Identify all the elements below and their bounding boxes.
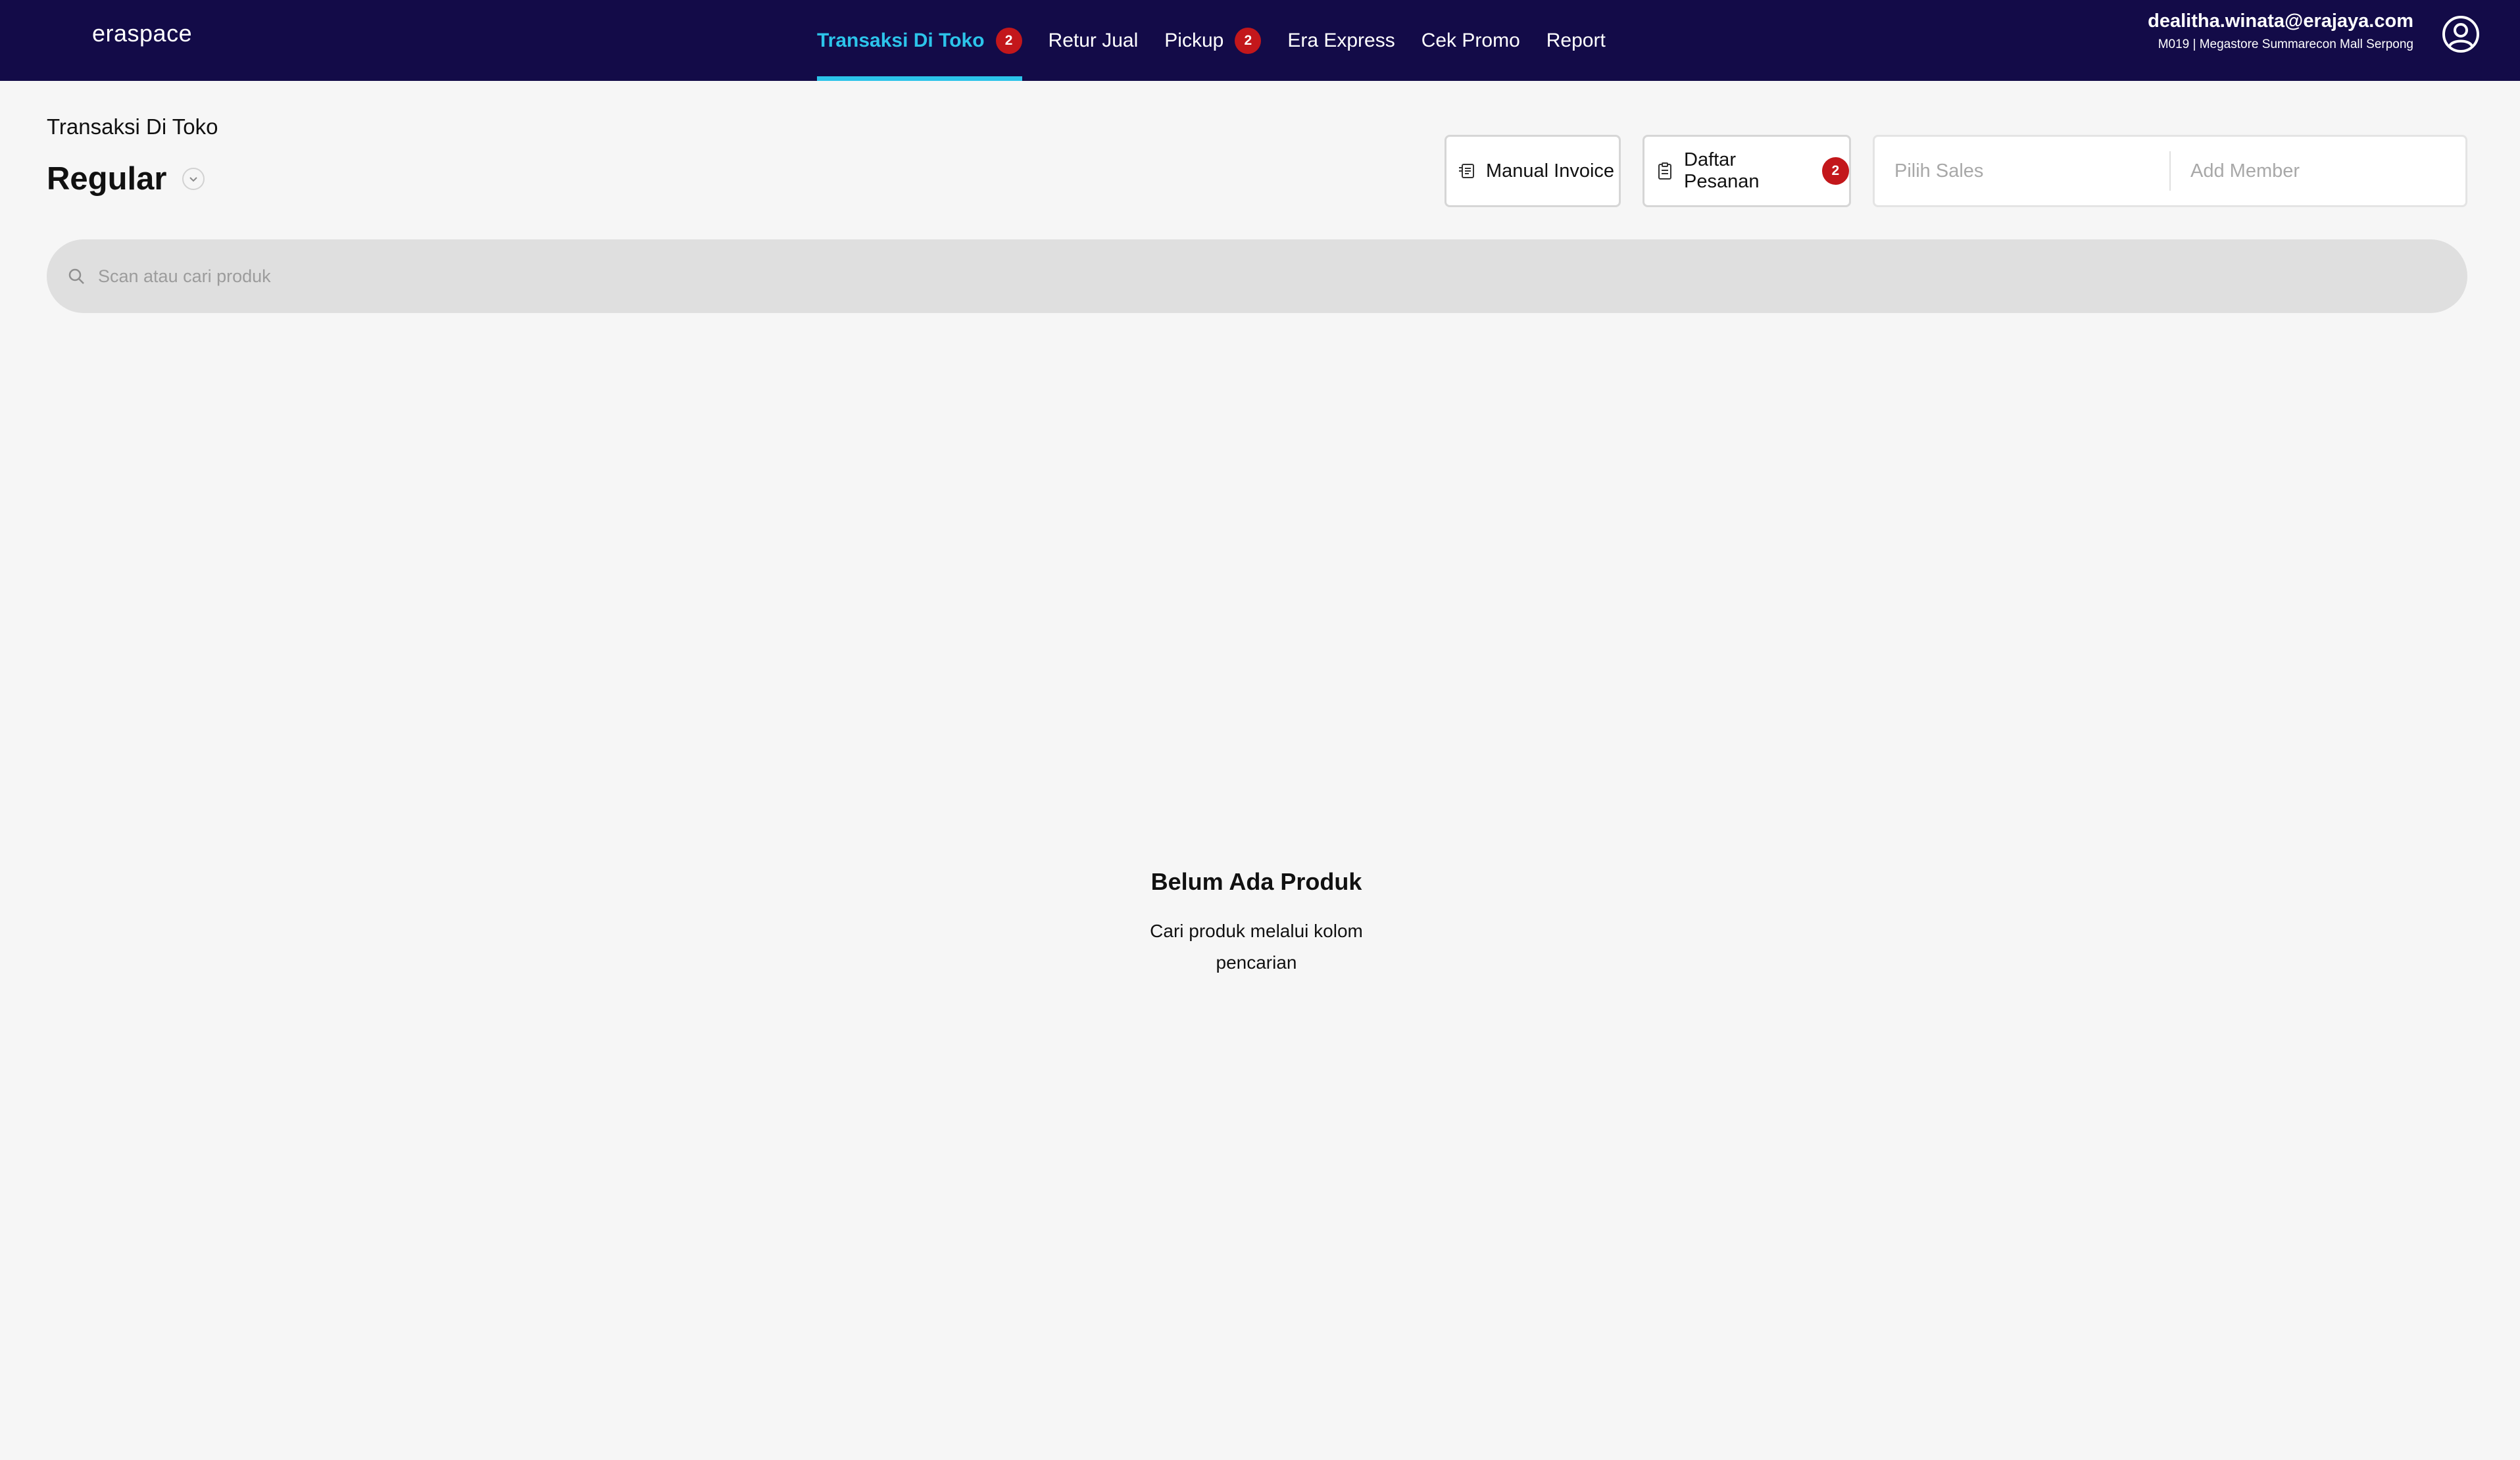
manual-invoice-button[interactable]: Manual Invoice xyxy=(1445,135,1621,207)
page-title-text: Regular xyxy=(47,161,167,197)
nav-badge-transaksi: 2 xyxy=(995,27,1022,54)
invoice-icon xyxy=(1459,164,1474,178)
logo-text: eraspace xyxy=(92,20,193,47)
pilih-sales-placeholder: Pilih Sales xyxy=(1894,160,1984,182)
product-search-bar[interactable] xyxy=(47,239,2467,313)
clipboard-icon xyxy=(1658,162,1671,180)
nav-item-cek-promo[interactable]: Cek Promo xyxy=(1421,0,1520,81)
manual-invoice-label: Manual Invoice xyxy=(1486,160,1615,182)
empty-state-title: Belum Ada Produk xyxy=(1150,868,1362,895)
empty-state: Belum Ada Produk Cari produk melalui kol… xyxy=(1059,868,1454,979)
top-navigation-bar: eraspace Transaksi Di Toko 2 Retur Jual … xyxy=(0,0,2520,81)
chevron-down-icon[interactable] xyxy=(182,168,205,190)
nav-item-label: Report xyxy=(1546,29,1606,51)
sales-member-group: Pilih Sales Add Member xyxy=(1873,135,2467,207)
search-input[interactable] xyxy=(97,265,2467,287)
nav-item-label: Pickup xyxy=(1164,29,1224,51)
daftar-pesanan-label: Daftar Pesanan xyxy=(1684,149,1760,192)
nav-badge-pickup: 2 xyxy=(1235,27,1262,54)
daftar-pesanan-badge: 2 xyxy=(1821,157,1849,185)
pilih-sales-field[interactable]: Pilih Sales xyxy=(1875,137,2169,205)
main-nav: Transaksi Di Toko 2 Retur Jual Pickup 2 … xyxy=(817,0,1632,81)
nav-item-pickup[interactable]: Pickup 2 xyxy=(1164,0,1262,81)
user-circle-icon[interactable] xyxy=(2441,14,2481,54)
page-title: Regular xyxy=(47,160,205,197)
user-email: dealitha.winata@erajaya.com xyxy=(2148,11,2413,32)
add-member-field[interactable]: Add Member xyxy=(2171,137,2465,205)
user-info: dealitha.winata@erajaya.com M019 | Megas… xyxy=(2148,9,2413,57)
nav-item-era-express[interactable]: Era Express xyxy=(1287,0,1395,81)
empty-state-description: Cari produk melalui kolom pencarian xyxy=(1150,921,1363,973)
user-store: M019 | Megastore Summarecon Mall Serpong xyxy=(2158,37,2413,51)
nav-item-label: Cek Promo xyxy=(1421,29,1520,51)
nav-item-label: Transaksi Di Toko xyxy=(817,29,985,51)
add-member-placeholder: Add Member xyxy=(2190,160,2300,182)
nav-item-report[interactable]: Report xyxy=(1546,0,1606,81)
nav-item-retur-jual[interactable]: Retur Jual xyxy=(1049,0,1139,81)
nav-item-transaksi-di-toko[interactable]: Transaksi Di Toko 2 xyxy=(817,0,1022,81)
nav-item-label: Era Express xyxy=(1287,29,1395,51)
daftar-pesanan-button[interactable]: Daftar Pesanan 2 xyxy=(1643,135,1851,207)
eraspace-logo[interactable]: eraspace xyxy=(92,20,192,47)
nav-item-label: Retur Jual xyxy=(1048,29,1139,51)
search-icon xyxy=(68,268,84,284)
breadcrumb: Transaksi Di Toko xyxy=(47,114,218,139)
